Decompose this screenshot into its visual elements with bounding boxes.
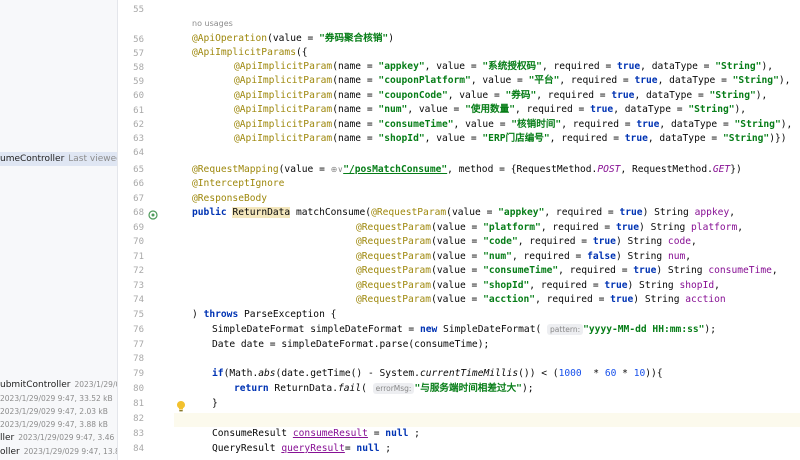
code-line-70: @RequestParam(value = "code", required =…	[356, 236, 697, 247]
line-number: 83	[133, 429, 144, 439]
line-number: 74	[133, 295, 144, 305]
project-sidebar: umeControllerLast viewed: 3 h ubmitContr…	[0, 0, 118, 460]
code-line-61: @ApiImplicitParam(name = "num", value = …	[234, 104, 747, 115]
line-number: 64	[133, 148, 144, 158]
code-line-58: @ApiImplicitParam(name = "appkey", value…	[234, 61, 774, 72]
code-line-56: @ApiOperation(value = "券码聚合核销")	[192, 33, 394, 44]
recent-file-item[interactable]: 2023/1/29/029 9:47, 3.88 kB	[0, 418, 108, 432]
line-number: 59	[133, 77, 144, 87]
code-line-69: @RequestParam(value = "platform", requir…	[356, 222, 744, 233]
code-line-71: @RequestParam(value = "num", required = …	[356, 251, 692, 262]
file-name: ubmitController	[0, 380, 71, 390]
code-line-72: @RequestParam(value = "consumeTime", req…	[356, 265, 778, 276]
line-number: 80	[133, 384, 144, 394]
recent-file-item[interactable]: oller2023/1/29/029 9:47, 13.81 k	[0, 445, 117, 459]
web-endpoint-icon[interactable]: ⊕∨	[331, 165, 344, 174]
lightbulb-icon[interactable]	[176, 400, 186, 412]
line-number: 65	[133, 165, 144, 175]
line-number: 84	[133, 444, 144, 454]
code-line-62: @ApiImplicitParam(name = "consumeTime", …	[234, 119, 793, 130]
line-number: 69	[133, 223, 144, 233]
line-number: 81	[133, 399, 144, 409]
code-line-59: @ApiImplicitParam(name = "couponPlatform…	[234, 75, 791, 86]
code-line-66: @InterceptIgnore	[192, 178, 285, 189]
endpoint-gutter-icon[interactable]	[148, 210, 158, 220]
editor-gutter[interactable]: 55 56 57 58 59 60 61 62 63 64 65 66 67 6…	[118, 0, 174, 460]
file-name: oller	[0, 447, 20, 457]
recent-file-item[interactable]: 2023/1/29/029 9:47, 2.03 kB	[0, 405, 108, 419]
code-line-84: ConsumeResult consumeResult = null ;	[212, 428, 420, 439]
recent-file-item[interactable]: 2023/1/29/029 9:47, 33.52 kB	[0, 392, 113, 406]
file-meta: 2023/1/29/029 9	[74, 380, 117, 389]
code-line-68: public ReturnData matchConsume(@RequestP…	[192, 207, 735, 218]
file-meta: 2023/1/29/029 9:47, 33.52 kB	[0, 394, 113, 403]
code-line-78: Date date = simpleDateFormat.parse(consu…	[212, 339, 490, 350]
line-number: 78	[133, 354, 144, 364]
line-number: 63	[133, 134, 144, 144]
code-line-73: @RequestParam(value = "shopId", required…	[356, 280, 720, 291]
file-name: ller	[0, 433, 15, 443]
line-number: 62	[133, 120, 144, 130]
recent-file-item[interactable]: ubmitController2023/1/29/029 9	[0, 378, 117, 392]
code-line-60: @ApiImplicitParam(name = "couponCode", v…	[234, 90, 768, 101]
line-number: 56	[133, 35, 144, 45]
code-line-67: @ResponseBody	[192, 193, 268, 204]
code-line-81: return ReturnData.fail( errorMsg: "与服务端时间…	[234, 383, 534, 394]
code-line-57: @ApiImplicitParams({	[192, 47, 308, 58]
recent-file-item[interactable]: ller 2023/1/29/029 9:47, 3.46 kB	[0, 431, 118, 445]
line-number: 58	[133, 63, 144, 73]
file-meta: Last viewed: 3 h	[68, 154, 117, 164]
line-number: 60	[133, 91, 144, 101]
code-line-63: @ApiImplicitParam(name = "shopId", value…	[234, 133, 787, 144]
parameter-hint: pattern:	[547, 324, 584, 335]
file-meta: 2023/1/29/029 9:47, 3.46 kB	[18, 433, 118, 442]
code-line-76: ) throws ParseException {	[192, 309, 337, 320]
line-number: 75	[133, 310, 144, 320]
line-number: 57	[133, 49, 144, 59]
endpoint-link[interactable]: "/posMatchConsume"	[343, 164, 447, 175]
line-number: 68	[133, 208, 144, 218]
code-line-65: @RequestMapping(value = ⊕∨"/posMatchCons…	[192, 164, 742, 175]
sidebar-selected-file[interactable]: umeControllerLast viewed: 3 h	[0, 152, 117, 166]
usages-hint[interactable]: no usages	[192, 19, 233, 28]
file-meta: 2023/1/29/029 9:47, 13.81 k	[23, 447, 117, 456]
code-editor[interactable]: no usages @ApiOperation(value = "券码聚合核销"…	[174, 0, 800, 460]
line-number: 76	[133, 325, 144, 335]
parameter-hint: errorMsg:	[372, 383, 415, 394]
line-number: 73	[133, 281, 144, 291]
line-number: 79	[133, 369, 144, 379]
current-line-highlight	[174, 413, 800, 427]
file-name: umeController	[0, 154, 65, 164]
line-number: 61	[133, 106, 144, 116]
line-number: 72	[133, 266, 144, 276]
code-line-77: SimpleDateFormat simpleDateFormat = new …	[212, 324, 716, 335]
line-number: 71	[133, 252, 144, 262]
file-meta: 2023/1/29/029 9:47, 2.03 kB	[0, 407, 108, 416]
code-line-82: }	[212, 398, 218, 409]
code-line-74: @RequestParam(value = "acction", require…	[356, 294, 726, 305]
code-line-80: if(Math.abs(date.getTime() - System.curr…	[212, 368, 663, 379]
line-number: 77	[133, 340, 144, 350]
line-number: 55	[133, 5, 144, 15]
file-meta: 2023/1/29/029 9:47, 3.88 kB	[0, 420, 108, 429]
line-number: 67	[133, 194, 144, 204]
line-number: 70	[133, 237, 144, 247]
code-line-85: QueryResult queryResult= null ;	[212, 443, 392, 454]
line-number: 82	[133, 414, 144, 424]
line-number: 66	[133, 179, 144, 189]
